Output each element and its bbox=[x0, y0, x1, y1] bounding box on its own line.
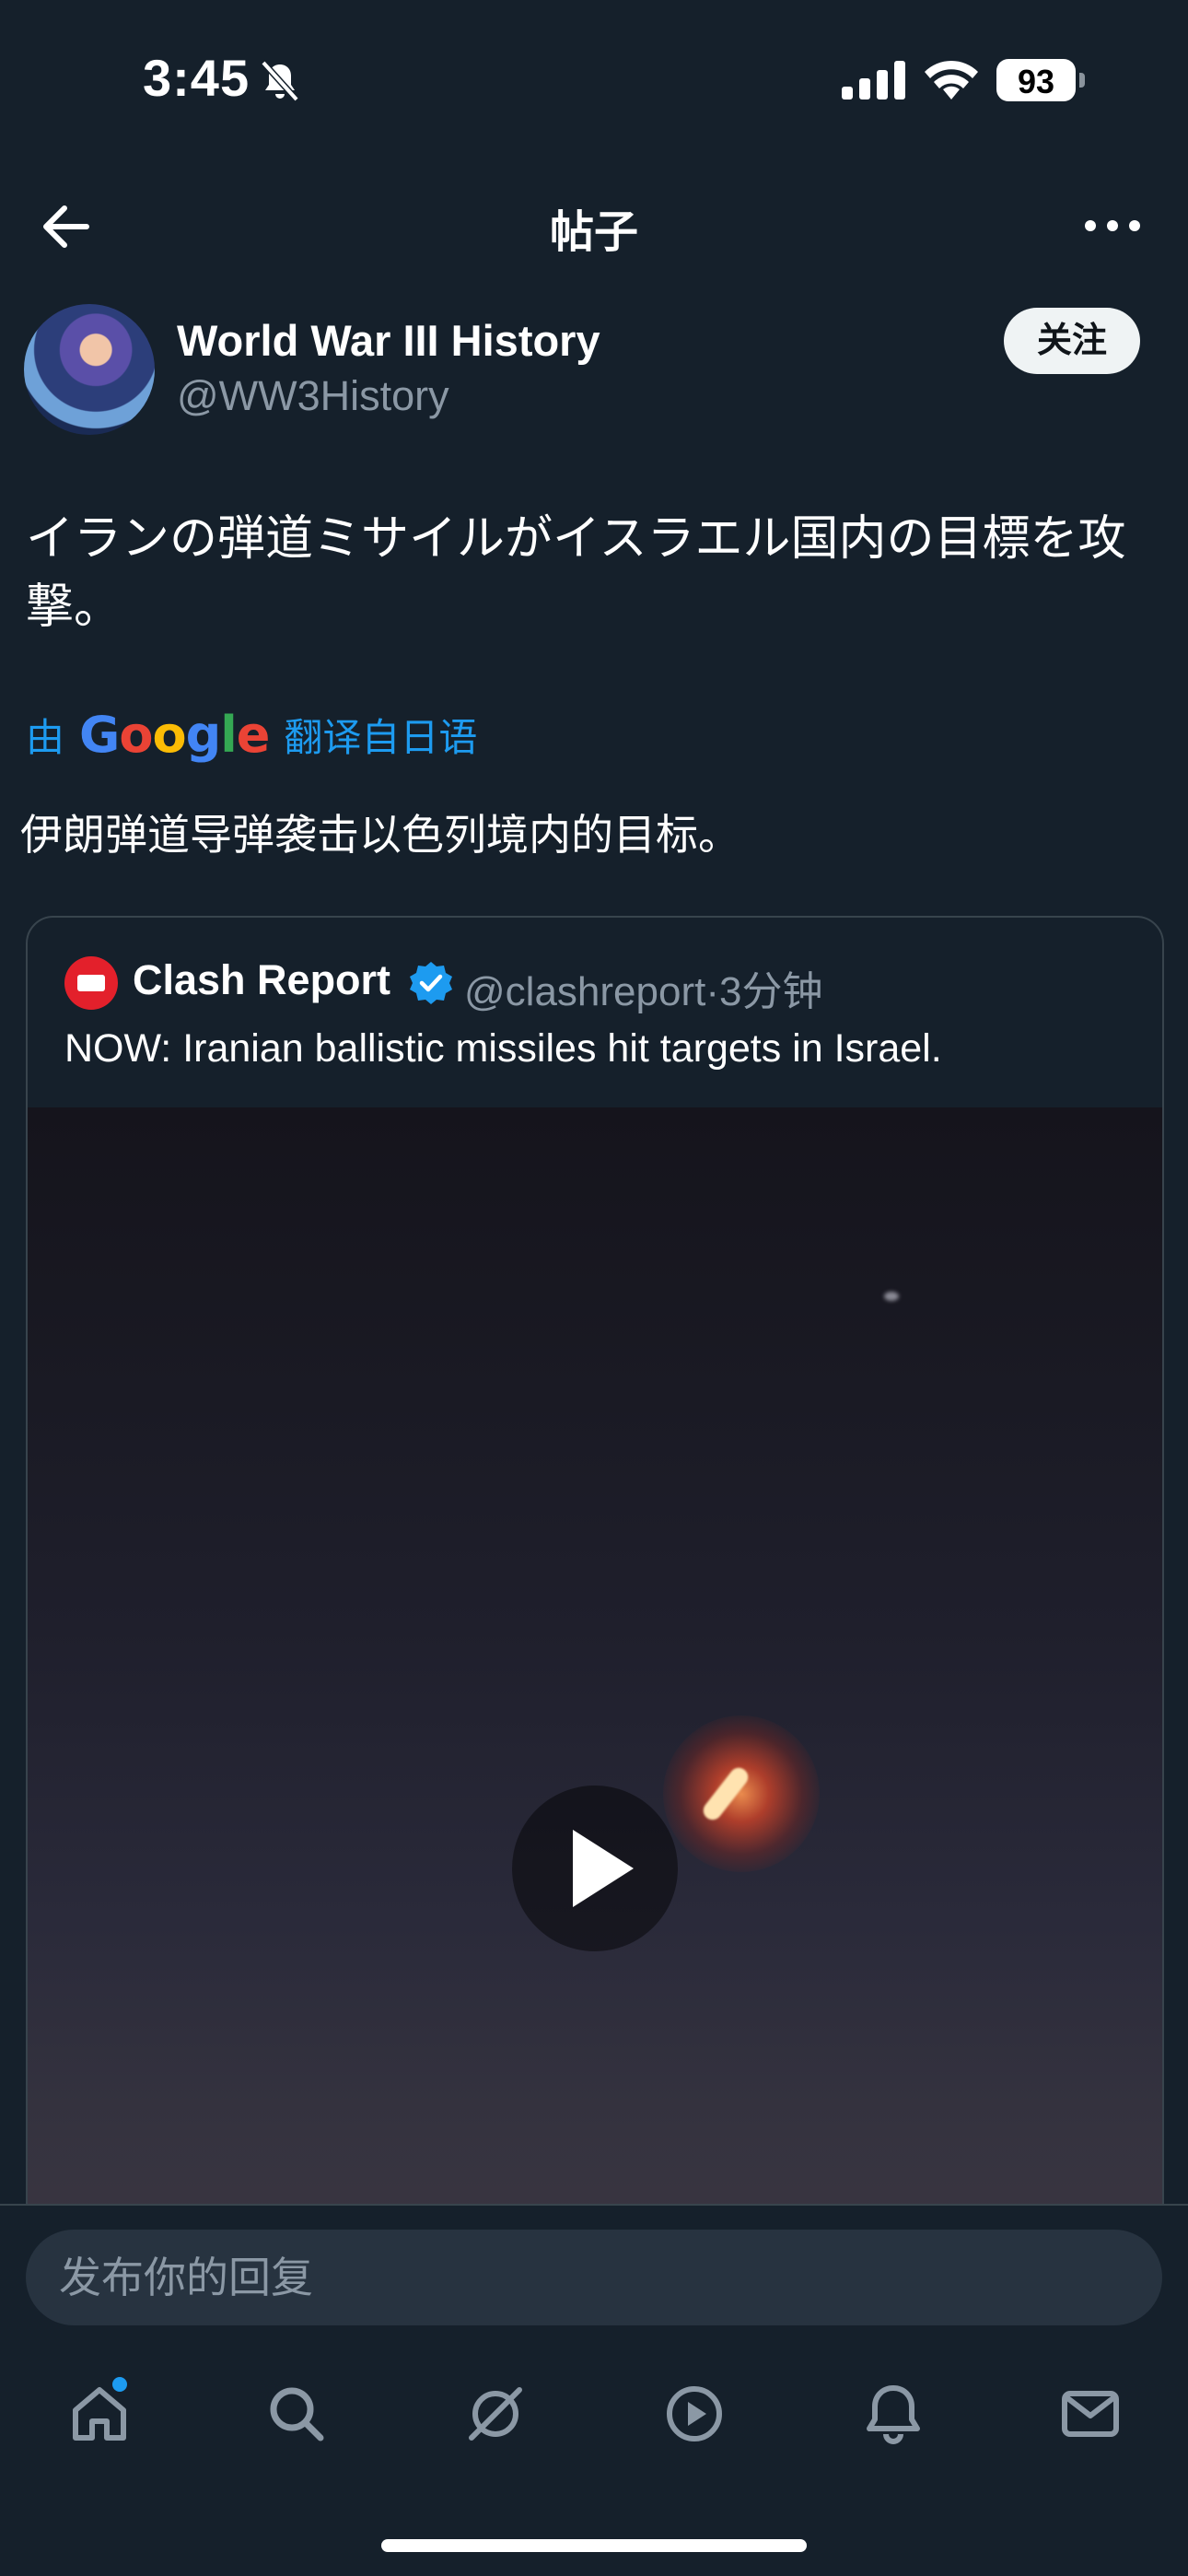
search-icon bbox=[270, 2387, 324, 2441]
tab-search[interactable] bbox=[250, 2368, 343, 2460]
reply-bar bbox=[0, 2204, 1188, 2325]
play-icon bbox=[573, 1830, 634, 1907]
post-text: イランの弾道ミサイルがイスラエル国内の目標を攻撃。 bbox=[26, 512, 1126, 634]
quote-avatar-logo bbox=[77, 975, 105, 991]
bell-slash-icon bbox=[261, 60, 299, 102]
translated-text: 伊朗弹道导弹袭击以色列境内的目标。 bbox=[20, 811, 740, 859]
author-handle[interactable]: @WW3History bbox=[177, 372, 449, 420]
tab-video[interactable] bbox=[648, 2368, 740, 2460]
more-options-icon[interactable] bbox=[1083, 212, 1142, 240]
quote-text: NOW: Iranian ballistic missiles hit targ… bbox=[64, 1026, 942, 1071]
cellular-signal-icon bbox=[842, 61, 905, 100]
author-avatar[interactable] bbox=[24, 304, 155, 435]
translation-attribution[interactable]: 由 Google 翻译自日语 bbox=[26, 706, 477, 764]
video-light-speck bbox=[884, 1292, 899, 1301]
home-indicator[interactable] bbox=[381, 2539, 807, 2552]
video-player[interactable] bbox=[28, 1107, 1162, 2259]
grok-icon bbox=[469, 2387, 522, 2441]
tab-grok[interactable] bbox=[449, 2368, 542, 2460]
translate-prefix: 由 bbox=[26, 716, 65, 759]
video-missile-glow bbox=[663, 1715, 820, 1872]
google-logo: Google bbox=[79, 706, 270, 764]
video-icon bbox=[667, 2386, 722, 2441]
status-time: 3:45 bbox=[143, 49, 250, 107]
verified-badge-icon bbox=[410, 962, 452, 1004]
page-title: 帖子 bbox=[549, 208, 638, 257]
tab-home[interactable] bbox=[53, 2368, 146, 2460]
quote-tweet-card[interactable]: Clash Report @clashreport·3分钟 NOW: Irani… bbox=[26, 916, 1164, 2261]
bottom-tab-bar bbox=[0, 2331, 1188, 2497]
tab-notifications[interactable] bbox=[847, 2368, 939, 2460]
quote-author-name: Clash Report bbox=[133, 956, 391, 1003]
quote-author-avatar bbox=[64, 956, 118, 1010]
play-button[interactable] bbox=[512, 1786, 678, 1951]
wifi-icon bbox=[925, 60, 978, 100]
reply-input[interactable] bbox=[26, 2230, 1162, 2325]
mail-icon bbox=[1062, 2391, 1119, 2437]
status-bar: 3:45 93 bbox=[0, 0, 1188, 162]
translate-suffix: 翻译自日语 bbox=[284, 716, 478, 759]
home-notification-dot bbox=[112, 2377, 127, 2392]
battery-level: 93 bbox=[1017, 63, 1055, 100]
battery-cap bbox=[1079, 73, 1085, 88]
author-name[interactable]: World War III History bbox=[177, 315, 600, 366]
quote-author-handle: @clashreport·3分钟 bbox=[464, 969, 823, 1014]
header: 帖子 bbox=[0, 175, 1188, 276]
tab-messages[interactable] bbox=[1044, 2368, 1136, 2460]
follow-button[interactable]: 关注 bbox=[1004, 308, 1140, 374]
bell-icon bbox=[867, 2385, 920, 2444]
battery-indicator: 93 bbox=[996, 59, 1085, 101]
